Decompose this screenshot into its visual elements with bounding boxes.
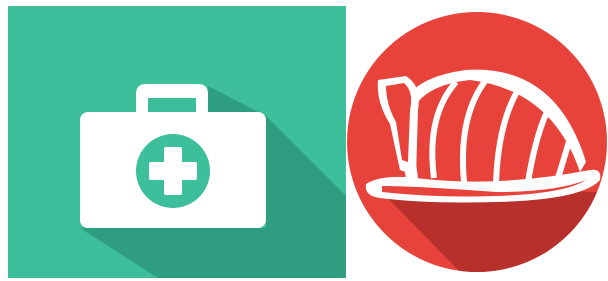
medical-cross-horizontal [149, 162, 197, 180]
firefighter-helmet-icon [347, 12, 607, 272]
medical-kit-icon [8, 6, 346, 278]
icon-gallery [0, 0, 608, 281]
